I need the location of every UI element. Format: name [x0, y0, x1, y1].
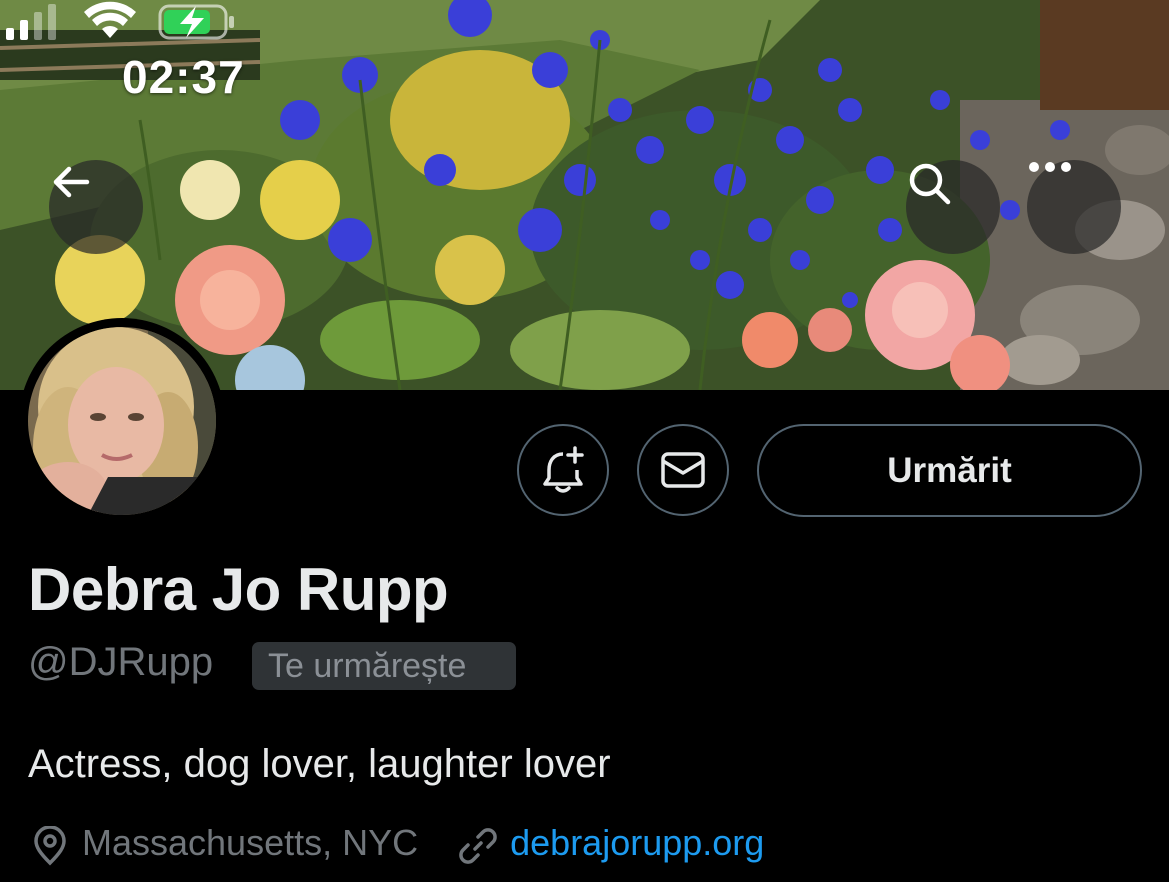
wifi-icon	[84, 1, 136, 38]
search-icon	[909, 163, 951, 205]
search-button[interactable]	[906, 160, 1000, 254]
profile-location: Massachusetts, NYC	[82, 822, 419, 863]
avatar[interactable]	[19, 318, 225, 524]
profile-website-link[interactable]: debrajorupp.org	[510, 822, 764, 864]
profile-meta: Massachusetts, NYC debrajorupp.org	[30, 822, 764, 882]
message-button[interactable]	[637, 424, 729, 516]
cellular-signal-icon	[6, 4, 56, 40]
bell-plus-icon	[543, 446, 584, 493]
battery-charging-icon	[158, 4, 234, 40]
user-handle: @DJRupp	[28, 640, 214, 684]
back-button[interactable]	[49, 160, 143, 254]
profile-bio: Actress, dog lover, laughter lover	[28, 742, 611, 786]
following-button[interactable]: Urmărit	[757, 424, 1142, 517]
location-pin-icon	[34, 826, 66, 866]
arrow-left-icon	[53, 166, 90, 198]
status-icons	[6, 1, 234, 40]
status-time: 02:37	[122, 51, 245, 103]
envelope-icon	[661, 452, 705, 488]
display-name: Debra Jo Rupp	[28, 556, 449, 623]
avatar-photo	[28, 327, 216, 515]
more-options-button[interactable]	[1027, 160, 1121, 254]
notifications-button[interactable]	[517, 424, 609, 516]
link-icon	[459, 828, 497, 864]
follows-you-badge: Te urmărește	[252, 642, 516, 690]
more-horizontal-icon	[1029, 162, 1071, 172]
